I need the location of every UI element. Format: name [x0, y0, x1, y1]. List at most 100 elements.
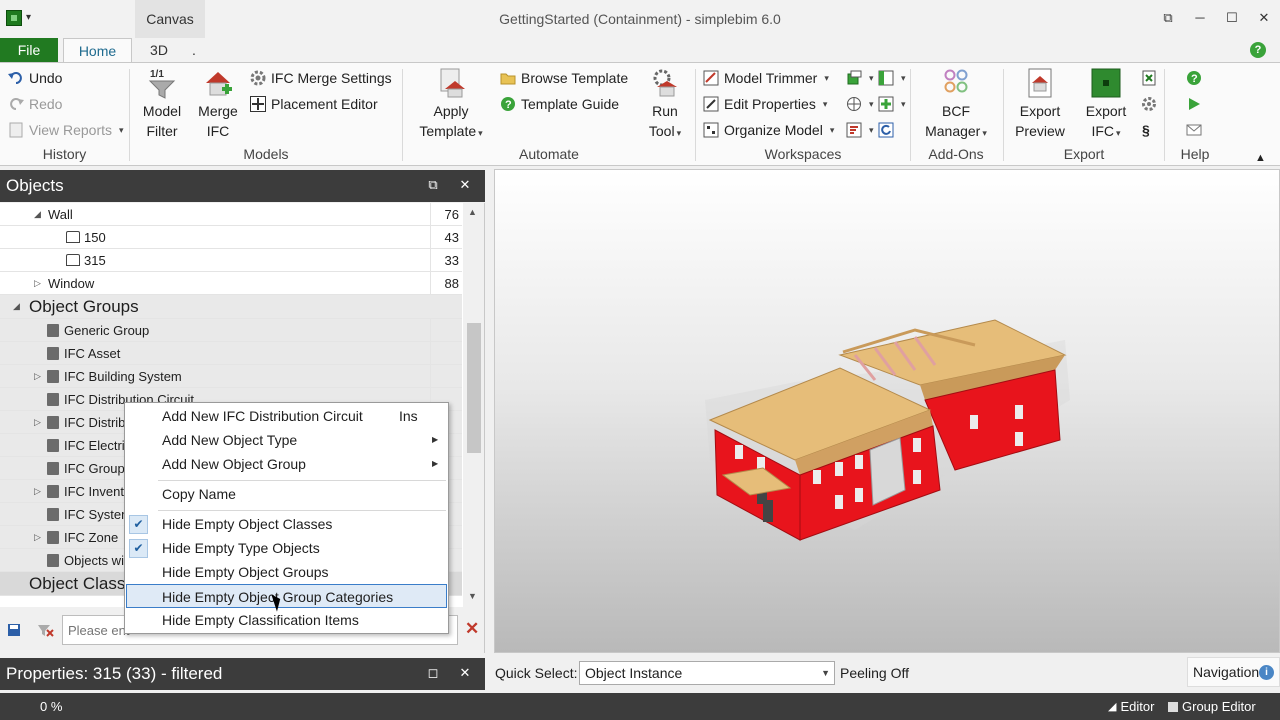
- editor-button[interactable]: ◢ Editor: [1108, 699, 1154, 714]
- menu-item-label: Hide Empty Object Groups: [162, 564, 329, 580]
- quick-access-dropdown-icon[interactable]: ▾: [26, 12, 31, 23]
- edit-properties-button[interactable]: Edit Properties ▾: [703, 93, 827, 115]
- group-label-export: Export: [1063, 146, 1105, 162]
- merge-ifc-button[interactable]: Merge IFC: [192, 67, 244, 141]
- float-panel-icon[interactable]: ⧉: [425, 177, 441, 193]
- trimmer-icon: [703, 70, 719, 86]
- view-reports-button[interactable]: View Reports ▾: [8, 119, 124, 141]
- export-preview-line1: Export: [1019, 103, 1061, 119]
- help-icon[interactable]: ?: [1250, 42, 1266, 58]
- tree-row[interactable]: 150 43: [0, 226, 462, 249]
- menu-item-add-object-type[interactable]: Add New Object Type ▶: [126, 428, 447, 452]
- tree-row[interactable]: IFC Asset: [0, 342, 462, 365]
- workspace-tool-4[interactable]: ▾: [878, 93, 906, 115]
- navigation-label: Navigation: [1193, 664, 1260, 680]
- tab-extra[interactable]: .: [186, 38, 202, 62]
- scroll-thumb[interactable]: [467, 323, 481, 453]
- menu-item-add-object-group[interactable]: Add New Object Group ▶: [126, 452, 447, 476]
- ifc-merge-settings-button[interactable]: IFC Merge Settings: [250, 67, 392, 89]
- close-panel-icon[interactable]: ✕: [457, 177, 473, 193]
- help-question-button[interactable]: ?: [1186, 67, 1202, 89]
- menu-item-add-distribution-circuit[interactable]: Add New IFC Distribution Circuit Ins: [126, 404, 447, 428]
- tree-category-row[interactable]: ◢ Object Groups: [0, 295, 462, 319]
- collapse-ribbon-icon[interactable]: ▲: [1255, 147, 1266, 169]
- menu-item-hide-empty-object-classes[interactable]: ✔ Hide Empty Object Classes: [126, 512, 447, 536]
- group-icon: [47, 531, 59, 544]
- scroll-down-icon[interactable]: ▼: [468, 591, 477, 601]
- play-button[interactable]: [1186, 93, 1202, 115]
- section-symbol-button[interactable]: §: [1142, 119, 1150, 141]
- mail-button[interactable]: [1186, 119, 1202, 141]
- tree-row[interactable]: ◢ Wall 76: [0, 203, 462, 226]
- export-ifc-button[interactable]: Export IFC ▾: [1078, 67, 1134, 143]
- redo-button[interactable]: Redo: [8, 93, 62, 115]
- group-editor-icon: [1168, 701, 1178, 712]
- clear-filter-icon[interactable]: [36, 622, 54, 638]
- tree-row[interactable]: ▷ Window 88: [0, 272, 462, 295]
- minimize-button[interactable]: ─: [1184, 6, 1216, 30]
- close-button[interactable]: ✕: [1248, 6, 1280, 30]
- workspace-tool-5[interactable]: ▾: [846, 119, 874, 141]
- tree-row[interactable]: ▷ IFC Building System: [0, 365, 462, 388]
- tree-row[interactable]: 315 33: [0, 249, 462, 272]
- expand-icon[interactable]: ▷: [34, 480, 41, 503]
- tree-row[interactable]: Generic Group: [0, 319, 462, 342]
- expand-icon[interactable]: ▷: [34, 272, 41, 295]
- placement-editor-button[interactable]: Placement Editor: [250, 93, 378, 115]
- expand-icon[interactable]: ▷: [34, 365, 41, 388]
- tab-3d[interactable]: 3D: [143, 38, 175, 62]
- maximize-button[interactable]: ☐: [1216, 6, 1248, 30]
- export-preview-button[interactable]: Export Preview: [1008, 67, 1072, 141]
- close-properties-icon[interactable]: ✕: [457, 665, 473, 681]
- editor-icon: ◢: [1108, 701, 1117, 713]
- menu-item-hide-empty-group-categories[interactable]: Hide Empty Object Group Categories: [126, 584, 447, 608]
- peeling-status[interactable]: Peeling Off: [840, 665, 909, 681]
- navigation-button[interactable]: Navigation i: [1187, 657, 1280, 687]
- expand-icon[interactable]: ▷: [34, 411, 41, 434]
- apply-template-button[interactable]: Apply Template ▾: [410, 67, 492, 143]
- restore-layout-icon[interactable]: ⧉: [1152, 6, 1184, 30]
- menu-item-hide-empty-classification-items[interactable]: Hide Empty Classification Items: [126, 608, 447, 632]
- group-icon: [47, 347, 59, 360]
- run-tool-button[interactable]: Run Tool ▾: [640, 67, 690, 143]
- building-model[interactable]: [495, 170, 1280, 654]
- workspace-tool-3[interactable]: ▾: [846, 93, 874, 115]
- tree-row-label: IFC Distrib: [64, 415, 126, 430]
- app-icon[interactable]: [6, 10, 22, 26]
- expand-icon[interactable]: ▷: [34, 526, 41, 549]
- group-editor-button[interactable]: Group Editor: [1168, 699, 1256, 714]
- context-tab-canvas[interactable]: Canvas: [135, 0, 205, 38]
- collapse-icon[interactable]: ◢: [13, 295, 20, 318]
- undo-button[interactable]: Undo: [8, 67, 62, 89]
- maximize-panel-icon[interactable]: ◻: [425, 665, 441, 681]
- workspace-tool-2[interactable]: ▾: [878, 67, 906, 89]
- tree-row-label: Generic Group: [64, 323, 150, 338]
- tree-row-count: 76: [430, 203, 462, 226]
- menu-item-copy-name[interactable]: Copy Name: [126, 482, 447, 506]
- menu-item-hide-empty-object-groups[interactable]: Hide Empty Object Groups: [126, 560, 447, 584]
- browse-template-button[interactable]: Browse Template: [500, 67, 628, 89]
- quick-select-dropdown[interactable]: Object Instance ▼: [579, 661, 835, 685]
- 3d-viewport[interactable]: [494, 169, 1280, 653]
- tree-scrollbar[interactable]: ▲ ▼: [463, 203, 484, 607]
- save-filter-icon[interactable]: [6, 622, 22, 638]
- bcf-manager-button[interactable]: BCF Manager ▾: [916, 67, 996, 143]
- scroll-up-icon[interactable]: ▲: [468, 207, 477, 217]
- model-filter-button[interactable]: 1/1 Model Filter: [136, 67, 188, 141]
- workspace-tool-1[interactable]: ▾: [846, 67, 874, 89]
- organize-model-button[interactable]: Organize Model ▾: [703, 119, 834, 141]
- clear-search-icon[interactable]: ✕: [465, 619, 479, 639]
- collapse-icon[interactable]: ◢: [34, 203, 41, 226]
- info-icon: i: [1259, 665, 1274, 680]
- export-small-2[interactable]: [1141, 93, 1157, 115]
- reports-icon: [8, 122, 24, 138]
- tab-file[interactable]: File: [0, 38, 58, 62]
- filter-icon: 1/1: [146, 67, 178, 99]
- tree-row-label: IFC Electric: [64, 438, 132, 453]
- menu-item-hide-empty-type-objects[interactable]: ✔ Hide Empty Type Objects: [126, 536, 447, 560]
- export-small-1[interactable]: [1141, 67, 1157, 89]
- workspace-tool-6[interactable]: [878, 119, 894, 141]
- template-guide-button[interactable]: ? Template Guide: [500, 93, 619, 115]
- model-trimmer-button[interactable]: Model Trimmer ▾: [703, 67, 829, 89]
- tab-home[interactable]: Home: [63, 38, 132, 63]
